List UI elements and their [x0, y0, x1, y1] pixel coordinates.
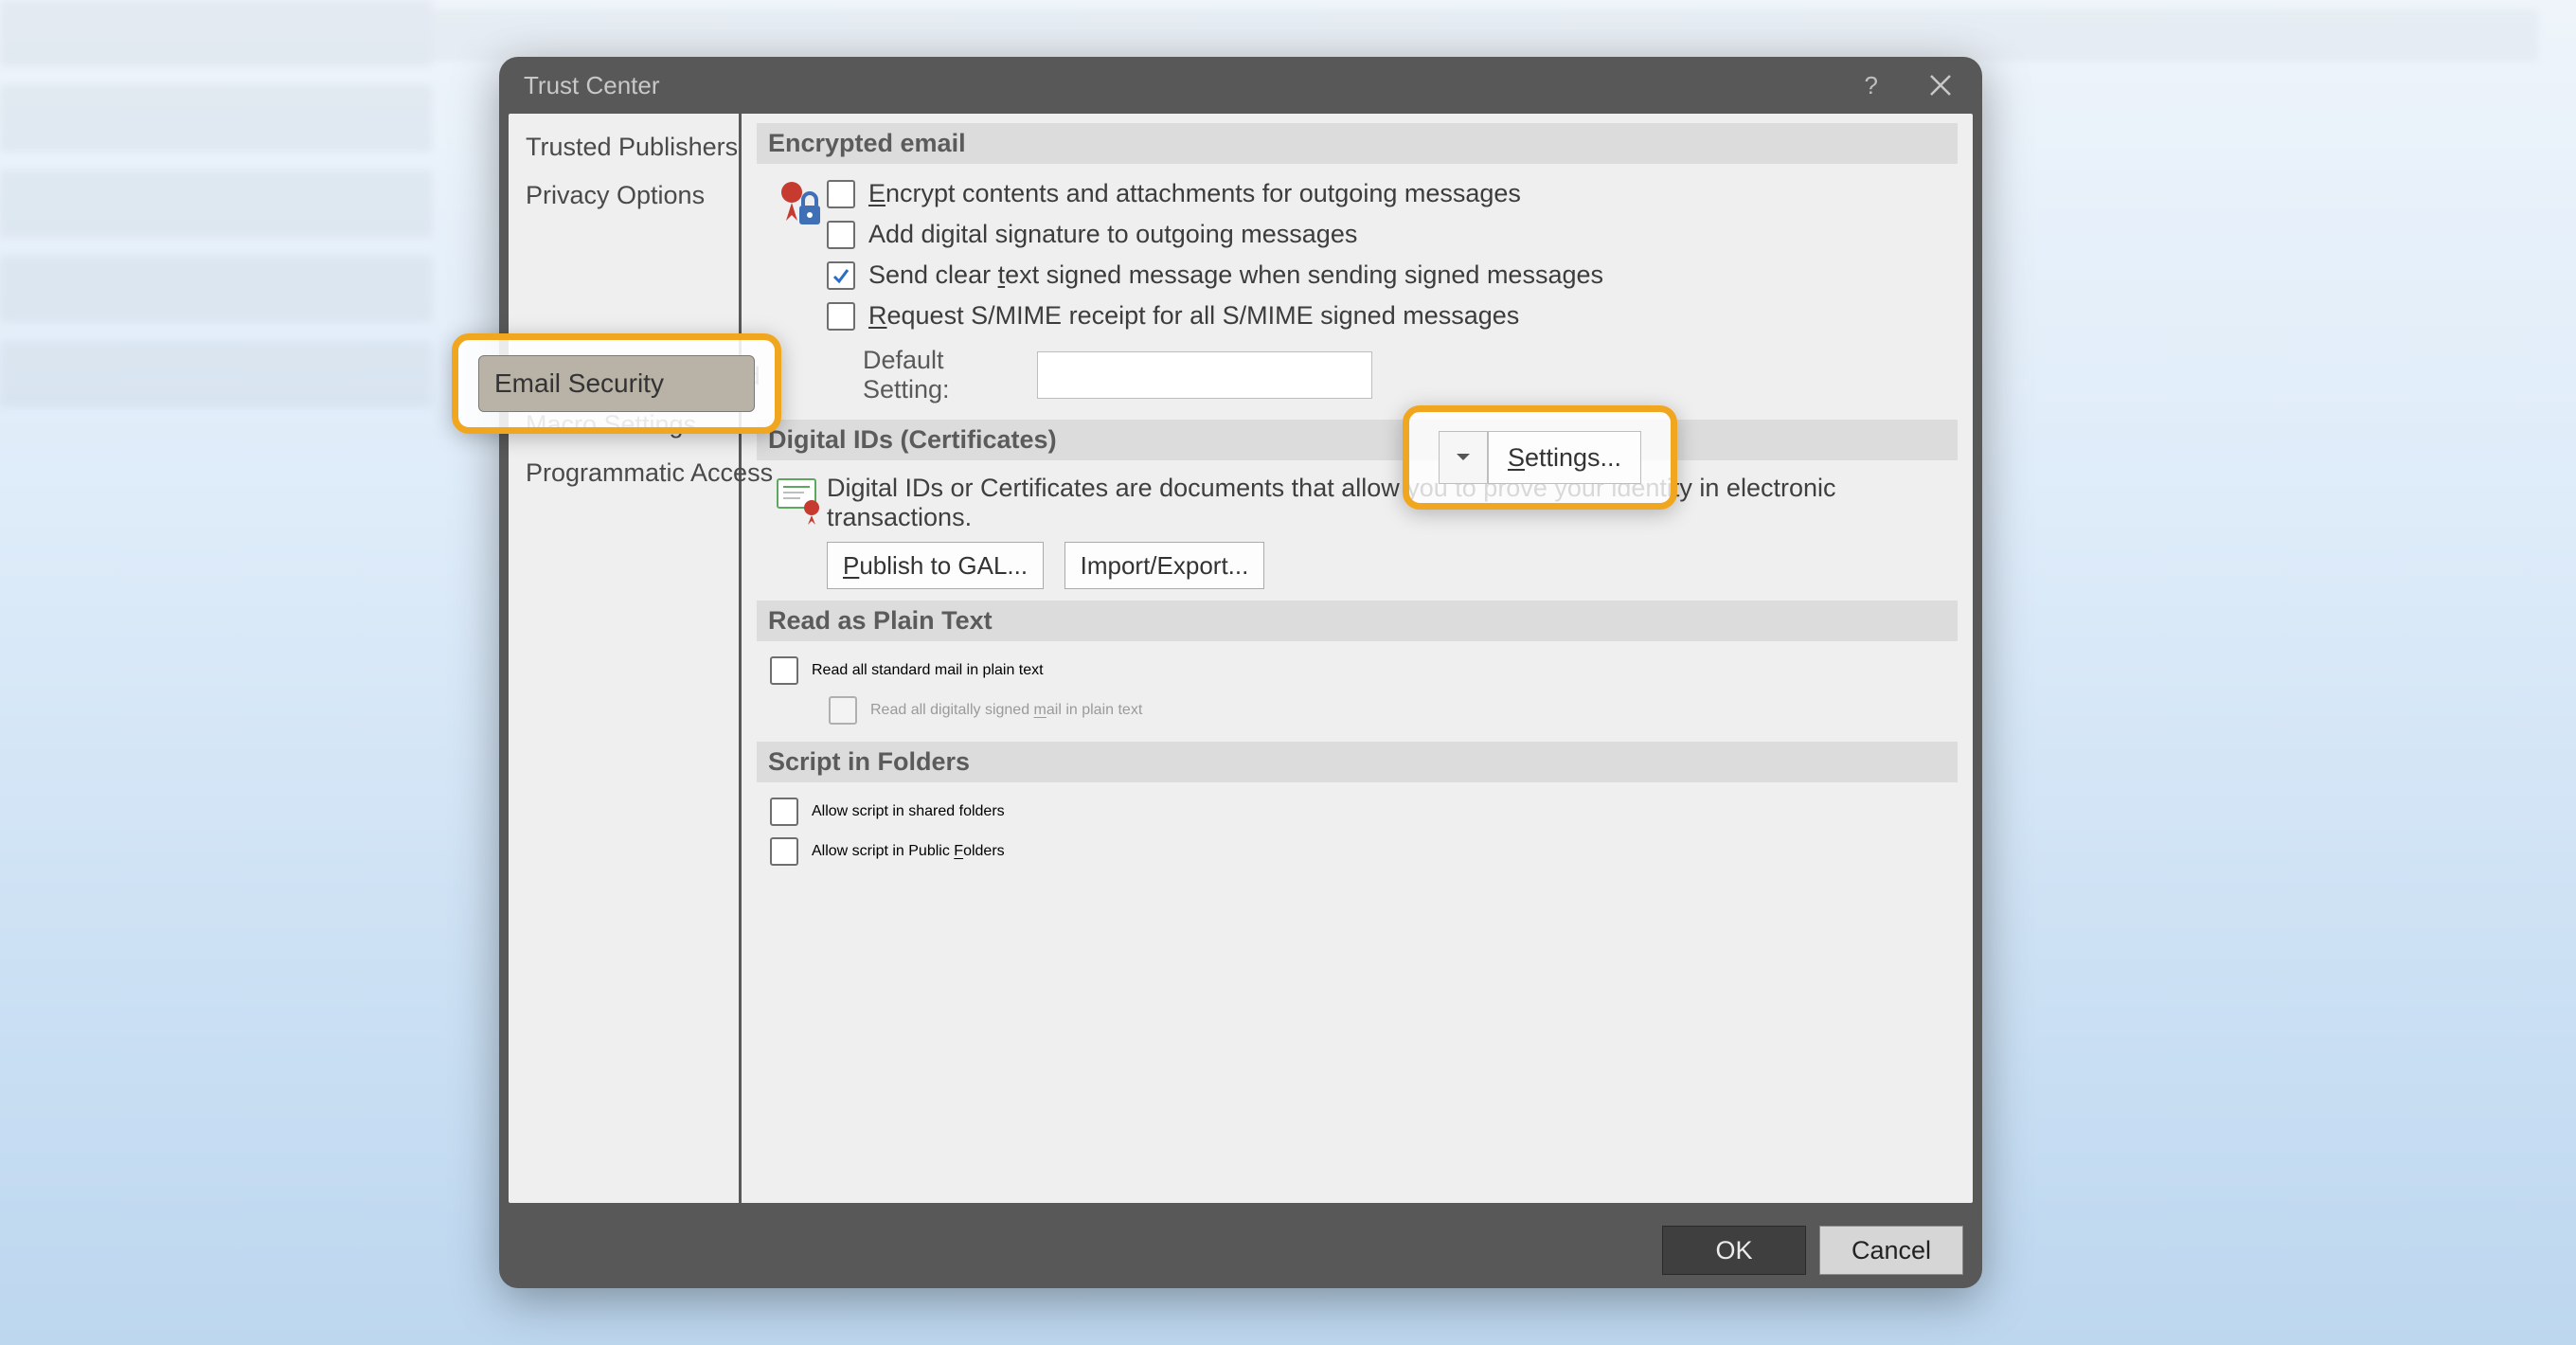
digital-ids-description: Digital IDs or Certificates are document… — [827, 470, 1948, 542]
bg-blur — [0, 0, 432, 66]
checkbox-icon — [827, 221, 855, 249]
default-setting-label: Default Setting: — [863, 346, 1024, 404]
help-button[interactable]: ? — [1865, 71, 1878, 100]
bg-blur — [0, 256, 432, 322]
section-body-encrypted: Encrypt contents and attachments for out… — [757, 164, 1958, 420]
bg-blur — [0, 85, 432, 152]
bg-blur — [0, 170, 432, 237]
sidebar-item-privacy-options[interactable]: Privacy Options — [509, 171, 739, 220]
content-pane: Encrypted email Encrypt contents and att… — [742, 114, 1973, 1203]
checkbox-icon — [827, 261, 855, 290]
settings-button[interactable]: Settings... — [1488, 431, 1641, 484]
opt-encrypt-contents[interactable]: Encrypt contents and attachments for out… — [827, 173, 1948, 214]
highlight-email-security: Email Security — [452, 333, 781, 434]
highlight-settings: Settings... — [1403, 405, 1677, 510]
window-title: Trust Center — [524, 71, 660, 100]
default-setting-dropdown-button[interactable] — [1439, 431, 1488, 484]
certificate-icon — [770, 470, 827, 525]
opt-read-standard-plain[interactable]: Read all standard mail in plain text — [757, 651, 1958, 690]
opt-request-smime-receipt[interactable]: Request S/MIME receipt for all S/MIME si… — [827, 296, 1948, 336]
section-header-script: Script in Folders — [757, 742, 1958, 782]
cancel-button[interactable]: Cancel — [1819, 1226, 1963, 1275]
ribbon-lock-icon — [770, 173, 827, 232]
section-body-digital: Digital IDs or Certificates are document… — [757, 460, 1958, 601]
dialog-footer: OK Cancel — [1662, 1226, 1963, 1275]
close-icon — [1927, 72, 1954, 99]
trust-center-dialog: Trust Center ? Trusted Publishers Privac… — [499, 57, 1982, 1288]
opt-read-signed-plain: Read all digitally signed mail in plain … — [757, 690, 1958, 730]
default-setting-combo[interactable] — [1037, 351, 1372, 399]
checkbox-icon — [827, 180, 855, 208]
sidebar-item-trusted-publishers[interactable]: Trusted Publishers — [509, 123, 739, 171]
section-header-digital-ids: Digital IDs (Certificates) — [757, 420, 1958, 460]
section-header-encrypted-email: Encrypted email — [757, 123, 1958, 164]
sidebar: Trusted Publishers Privacy Options Autom… — [509, 114, 742, 1203]
chevron-down-icon — [1456, 453, 1471, 462]
opt-script-shared[interactable]: Allow script in shared folders — [757, 792, 1958, 832]
sidebar-item-email-security[interactable]: Email Security — [478, 355, 755, 412]
ok-button[interactable]: OK — [1662, 1226, 1806, 1275]
sidebar-item-programmatic-access[interactable]: Programmatic Access — [509, 449, 739, 497]
opt-script-public[interactable]: Allow script in Public Folders — [757, 832, 1958, 871]
bg-blur — [432, 9, 2538, 61]
dialog-body: Trusted Publishers Privacy Options Autom… — [509, 114, 1973, 1203]
import-export-button[interactable]: Import/Export... — [1064, 542, 1265, 589]
checkbox-icon — [770, 656, 798, 685]
checkbox-icon — [770, 798, 798, 826]
checkbox-icon — [770, 837, 798, 866]
titlebar: Trust Center ? — [499, 57, 1982, 114]
default-setting-row: Default Setting: — [827, 336, 1948, 408]
section-header-plain-text: Read as Plain Text — [757, 601, 1958, 641]
bg-blur — [0, 341, 432, 407]
checkbox-icon — [829, 696, 857, 725]
opt-send-clear-text[interactable]: Send clear text signed message when send… — [827, 255, 1948, 296]
checkbox-icon — [827, 302, 855, 331]
close-button[interactable] — [1923, 68, 1958, 102]
publish-to-gal-button[interactable]: Publish to GAL... — [827, 542, 1044, 589]
opt-add-digital-signature[interactable]: Add digital signature to outgoing messag… — [827, 214, 1948, 255]
